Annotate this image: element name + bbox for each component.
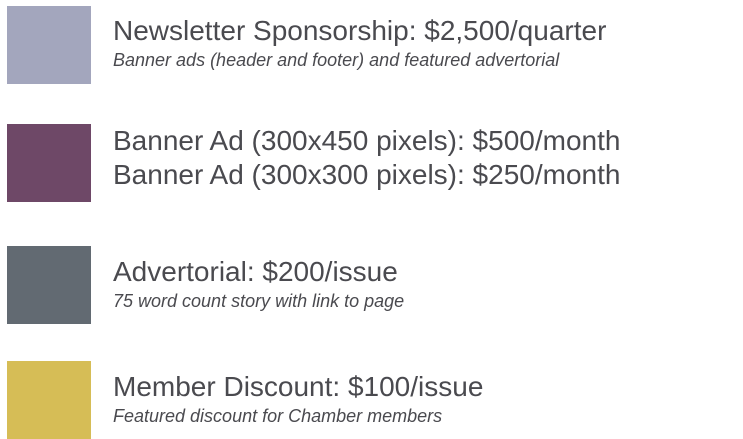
pricing-item-text: Newsletter Sponsorship: $2,500/quarter B…: [113, 14, 606, 72]
pricing-item-description: 75 word count story with link to page: [113, 291, 405, 311]
pricing-item-text: Banner Ad (300x450 pixels): $500/month B…: [113, 124, 620, 192]
color-swatch: [7, 361, 91, 439]
pricing-item-title: Member Discount: $100/issue: [113, 371, 484, 402]
color-swatch: [7, 124, 91, 202]
color-swatch: [7, 6, 91, 84]
pricing-item-text: Advertorial: $200/issue 75 word count st…: [113, 255, 404, 313]
pricing-item-title-secondary: Banner Ad (300x300 pixels): $250/month: [113, 159, 621, 190]
pricing-item-banner-ad: Banner Ad (300x450 pixels): $500/month B…: [7, 124, 620, 202]
pricing-item-title: Newsletter Sponsorship: $2,500/quarter: [113, 15, 607, 46]
pricing-item-member-discount: Member Discount: $100/issue Featured dis…: [7, 361, 483, 439]
color-swatch: [7, 246, 91, 324]
pricing-item-title: Banner Ad (300x450 pixels): $500/month: [113, 125, 621, 156]
pricing-item-description: Featured discount for Chamber members: [113, 406, 443, 426]
pricing-item-text: Member Discount: $100/issue Featured dis…: [113, 370, 483, 428]
pricing-item-title: Advertorial: $200/issue: [113, 256, 398, 287]
pricing-item-description: Banner ads (header and footer) and featu…: [113, 50, 560, 70]
pricing-item-newsletter-sponsorship: Newsletter Sponsorship: $2,500/quarter B…: [7, 6, 606, 84]
pricing-item-advertorial: Advertorial: $200/issue 75 word count st…: [7, 246, 404, 324]
